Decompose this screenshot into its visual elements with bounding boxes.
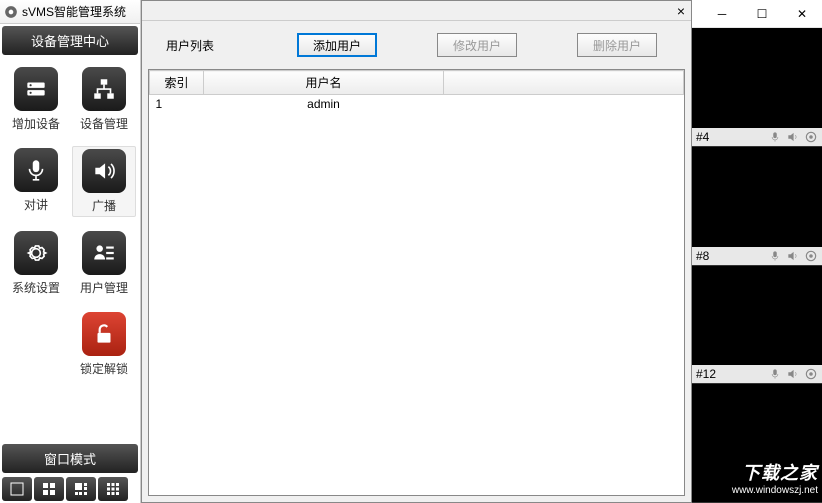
maximize-button[interactable]: ☐ <box>742 0 782 27</box>
camera-tile[interactable]: #8 <box>692 147 822 266</box>
edit-user-button[interactable]: 修改用户 <box>437 33 517 57</box>
speaker-icon <box>82 149 126 193</box>
device-manage-button[interactable]: 设备管理 <box>72 65 136 134</box>
user-list-icon <box>82 231 126 275</box>
tool-label: 增加设备 <box>12 115 60 132</box>
speaker-icon[interactable] <box>786 367 800 381</box>
tool-label: 广播 <box>92 197 116 214</box>
left-panel: sVMS智能管理系统 设备管理中心 增加设备 设备管理 对讲 广播 系统设置 <box>0 0 141 503</box>
delete-user-button[interactable]: 删除用户 <box>577 33 657 57</box>
broadcast-button[interactable]: 广播 <box>72 146 136 217</box>
camera-tile[interactable]: #4 <box>692 28 822 147</box>
camera-icon[interactable] <box>804 249 818 263</box>
close-icon[interactable]: × <box>677 3 685 19</box>
user-list-label: 用户列表 <box>156 37 276 54</box>
watermark-url: www.windowszj.net <box>732 485 818 496</box>
col-blank[interactable] <box>444 71 684 95</box>
right-panel: ─ ☐ ✕ #4 #8 <box>692 0 822 503</box>
window-mode-header: 窗口模式 <box>2 444 138 473</box>
tool-label: 对讲 <box>24 196 48 213</box>
mode-6-button[interactable] <box>66 477 96 501</box>
lock-unlock-button[interactable]: 锁定解锁 <box>72 310 136 379</box>
col-username[interactable]: 用户名 <box>204 71 444 95</box>
minimize-button[interactable]: ─ <box>702 0 742 27</box>
tool-label: 锁定解锁 <box>80 360 128 377</box>
tool-label: 用户管理 <box>80 279 128 296</box>
server-icon <box>14 67 58 111</box>
watermark: 下载之家 www.windowszj.net <box>732 459 818 496</box>
gear-icon <box>14 231 58 275</box>
lock-icon <box>82 312 126 356</box>
speaker-icon[interactable] <box>786 249 800 263</box>
microphone-icon[interactable] <box>768 130 782 144</box>
app-title: sVMS智能管理系统 <box>22 3 126 20</box>
mode-1-button[interactable] <box>2 477 32 501</box>
add-device-button[interactable]: 增加设备 <box>4 65 68 134</box>
speaker-icon[interactable] <box>786 130 800 144</box>
tool-grid: 增加设备 设备管理 对讲 广播 系统设置 用户管理 <box>0 57 140 387</box>
camera-label: #4 <box>696 130 764 144</box>
camera-grid: #4 #8 #12 <box>692 28 822 503</box>
microphone-icon[interactable] <box>768 367 782 381</box>
app-titlebar: sVMS智能管理系统 <box>0 0 140 24</box>
system-settings-button[interactable]: 系统设置 <box>4 229 68 298</box>
close-button[interactable]: ✕ <box>782 0 822 27</box>
col-index[interactable]: 索引 <box>150 71 204 95</box>
user-dialog: × 用户列表 添加用户 修改用户 删除用户 索引 用户名 1 admin <box>141 0 692 503</box>
microphone-icon <box>14 148 58 192</box>
tool-label: 设备管理 <box>80 115 128 132</box>
user-table-wrap: 索引 用户名 1 admin <box>148 69 685 496</box>
mode-4-button[interactable] <box>34 477 64 501</box>
microphone-icon[interactable] <box>768 249 782 263</box>
user-table: 索引 用户名 1 admin <box>149 70 684 113</box>
dialog-titlebar: × <box>142 1 691 21</box>
camera-tile[interactable]: 下载之家 www.windowszj.net <box>692 384 822 503</box>
device-center-header: 设备管理中心 <box>2 26 138 55</box>
table-row[interactable]: 1 admin <box>150 95 684 114</box>
camera-icon[interactable] <box>804 367 818 381</box>
watermark-title: 下载之家 <box>732 459 818 485</box>
camera-tile[interactable]: #12 <box>692 266 822 385</box>
camera-label: #12 <box>696 367 764 381</box>
app-icon <box>4 5 18 19</box>
dialog-toolbar: 用户列表 添加用户 修改用户 删除用户 <box>142 21 691 69</box>
user-manage-button[interactable]: 用户管理 <box>72 229 136 298</box>
add-user-button[interactable]: 添加用户 <box>297 33 377 57</box>
mode-9-button[interactable] <box>98 477 128 501</box>
network-icon <box>82 67 126 111</box>
mode-buttons <box>0 475 140 503</box>
cell-index: 1 <box>150 95 204 114</box>
tool-label: 系统设置 <box>12 279 60 296</box>
intercom-button[interactable]: 对讲 <box>4 146 68 217</box>
camera-label: #8 <box>696 249 764 263</box>
camera-bar: #12 <box>692 365 822 383</box>
camera-bar: #4 <box>692 128 822 146</box>
camera-icon[interactable] <box>804 130 818 144</box>
window-controls: ─ ☐ ✕ <box>692 0 822 28</box>
camera-bar: #8 <box>692 247 822 265</box>
cell-username: admin <box>204 95 444 114</box>
